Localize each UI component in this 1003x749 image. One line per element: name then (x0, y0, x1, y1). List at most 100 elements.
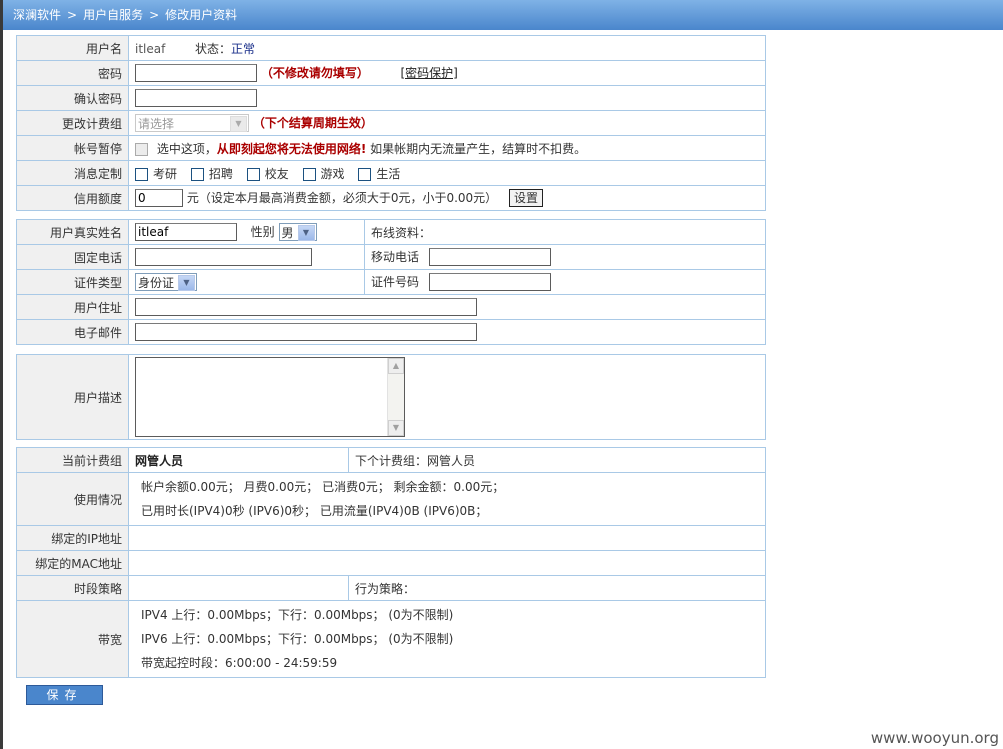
save-button[interactable]: 保存 (26, 685, 103, 705)
realname-input[interactable] (135, 223, 237, 242)
scroll-down-icon[interactable]: ▼ (388, 420, 404, 436)
credit-limit-cell: 元（设定本月最高消费金额，必须大于0元，小于0.00元） 设置 (128, 185, 766, 211)
bandwidth-cell: IPV4 上行：0.00Mbps；下行：0.00Mbps； (0为不限制) IP… (128, 600, 766, 678)
message-subscription-cell: 考研 招聘 校友 游戏 生活 (128, 160, 766, 186)
bandwidth-label: 带宽 (16, 600, 129, 678)
credit-limit-hint: 元（设定本月最高消费金额，必须大于0元，小于0.00元） (186, 190, 498, 205)
suspend-text-2: 如果帐期内无流量产生，结算时不扣费。 (370, 141, 587, 156)
address-cell (128, 294, 766, 320)
mobile-label: 移动电话 (371, 249, 420, 264)
option-kaoyan: 考研 (153, 166, 178, 181)
checkbox-shenghuo[interactable] (358, 167, 372, 181)
chevron-down-icon: ▼ (297, 225, 315, 242)
phone-input[interactable] (135, 248, 312, 266)
suspend-text-1: 选中这项， (156, 141, 217, 156)
usage-cell: 帐户余额0.00元； 月费0.00元； 已消费0元； 剩余金额：0.00元； 已… (128, 472, 766, 526)
breadcrumb-bar: 深澜软件 > 用户自服务 > 修改用户资料 (3, 0, 1003, 30)
gender-select-value: 男 (281, 226, 294, 241)
id-number-label: 证件号码 (371, 274, 420, 289)
realname-label: 用户真实姓名 (16, 219, 129, 245)
breadcrumb-separator: > (149, 8, 160, 22)
watermark: www.wooyun.org (870, 729, 999, 747)
confirm-password-label: 确认密码 (16, 85, 129, 111)
behavior-policy-text: 行为策略： (348, 575, 766, 601)
status-value: 正常 (231, 41, 256, 56)
current-group-label: 当前计费组 (16, 447, 129, 473)
gender-select[interactable]: 男 ▼ (278, 223, 317, 242)
breadcrumb-item-home[interactable]: 深澜软件 (13, 8, 61, 22)
option-zhaopin: 招聘 (208, 166, 233, 181)
breadcrumb-separator: > (67, 8, 78, 22)
description-textarea[interactable]: ▲ ▼ (135, 357, 405, 437)
description-label: 用户描述 (16, 354, 129, 440)
suspend-cell: 选中这项，从即刻起您将无法使用网络! 如果帐期内无流量产生，结算时不扣费。 (128, 135, 766, 161)
username-cell: itleaf 状态：正常 (128, 35, 766, 61)
window-left-edge (0, 0, 3, 749)
id-type-select-value: 身份证 (138, 276, 175, 290)
id-number-cell: 证件号码 (364, 269, 766, 295)
username-value: itleaf (135, 41, 166, 56)
password-input[interactable] (135, 64, 257, 83)
billing-group-select[interactable]: 请选择 ▼ (135, 114, 249, 133)
credit-set-button[interactable]: 设置 (509, 189, 544, 208)
credit-limit-label: 信用额度 (16, 185, 129, 211)
username-label: 用户名 (16, 35, 129, 61)
mobile-cell: 移动电话 (364, 244, 766, 270)
scroll-up-icon[interactable]: ▲ (388, 358, 404, 374)
breadcrumb-item-current: 修改用户资料 (165, 8, 238, 22)
realname-cell: 性别 男 ▼ (128, 219, 365, 245)
password-cell: （不修改请勿填写） [密码保护] (128, 60, 766, 86)
credit-limit-input[interactable] (135, 189, 183, 208)
checkbox-youxi[interactable] (302, 167, 316, 181)
billing-group-cell: 请选择 ▼ （下个结算周期生效） (128, 110, 766, 136)
address-label: 用户住址 (16, 294, 129, 320)
bandwidth-control-period: 带宽起控时段：6:00:00 - 24:59:59 (141, 656, 338, 670)
phone-label: 固定电话 (16, 244, 129, 270)
suspend-warning: 从即刻起您将无法使用网络! (216, 141, 367, 156)
mobile-input[interactable] (428, 248, 551, 267)
message-subscription-label: 消息定制 (16, 160, 129, 186)
password-label: 密码 (16, 60, 129, 86)
description-cell: ▲ ▼ (128, 354, 766, 440)
checkbox-kaoyan[interactable] (135, 167, 148, 181)
description-table: 用户描述 ▲ ▼ (16, 354, 766, 440)
chevron-down-icon: ▼ (178, 275, 195, 291)
usage-label: 使用情况 (16, 472, 129, 526)
usage-line-1: 帐户余额0.00元； 月费0.00元； 已消费0元； 剩余金额：0.00元； (141, 480, 505, 494)
email-input[interactable] (135, 323, 477, 341)
bound-mac-label: 绑定的MAC地址 (16, 550, 129, 576)
confirm-password-input[interactable] (135, 89, 257, 107)
bound-ip-value (128, 525, 766, 551)
checkbox-xiaoyou[interactable] (246, 167, 260, 181)
confirm-password-cell (128, 85, 766, 111)
status-label: 状态： (195, 41, 232, 56)
bandwidth-ipv4: IPV4 上行：0.00Mbps；下行：0.00Mbps； (0为不限制) (141, 608, 454, 622)
billing-group-select-value: 请选择 (138, 117, 175, 132)
description-scrollbar[interactable]: ▲ ▼ (387, 358, 404, 436)
wiring-label: 布线资料： (371, 225, 432, 240)
password-protect-link[interactable]: [密码保护] (401, 66, 458, 80)
account-basics-table: 用户名 itleaf 状态：正常 密码 （不修改请勿填写） [密码保护] 确认密… (16, 35, 766, 211)
checkbox-zhaopin[interactable] (190, 167, 204, 181)
next-group-text: 下个计费组：网管人员 (348, 447, 766, 473)
billing-group-hint: （下个结算周期生效） (252, 115, 373, 130)
email-cell (128, 319, 766, 345)
current-group-value: 网管人员 (128, 447, 349, 473)
id-type-cell: 身份证 ▼ (128, 269, 365, 295)
suspend-checkbox[interactable] (135, 142, 148, 156)
billing-info-table: 当前计费组 网管人员 下个计费组：网管人员 使用情况 帐户余额0.00元； 月费… (16, 447, 766, 678)
id-number-input[interactable] (428, 273, 551, 292)
breadcrumb-item-self-service[interactable]: 用户自服务 (83, 8, 143, 22)
password-hint: （不修改请勿填写） (260, 65, 369, 80)
usage-line-2: 已用时长(IPV4)0秒 (IPV6)0秒； 已用流量(IPV4)0B (IPV… (141, 504, 488, 518)
suspend-label: 帐号暂停 (16, 135, 129, 161)
chevron-down-icon: ▼ (230, 116, 247, 133)
address-input[interactable] (135, 298, 477, 316)
id-type-select[interactable]: 身份证 ▼ (135, 273, 197, 291)
personal-info-table: 用户真实姓名 性别 男 ▼ 布线资料： 固定电话 移动电话 证件类型 身份证 (16, 219, 766, 345)
phone-cell (128, 244, 365, 270)
option-shenghuo: 生活 (376, 166, 401, 181)
email-label: 电子邮件 (16, 319, 129, 345)
breadcrumb: 深澜软件 > 用户自服务 > 修改用户资料 (13, 0, 237, 30)
id-type-label: 证件类型 (16, 269, 129, 295)
